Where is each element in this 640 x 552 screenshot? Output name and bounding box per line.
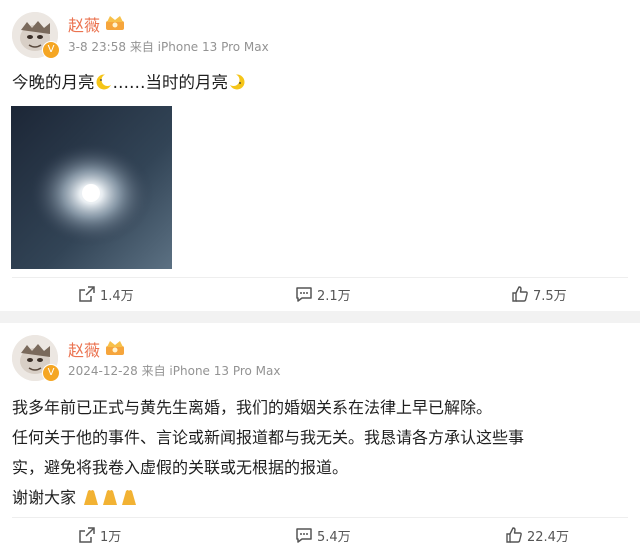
like-count: 22.4万 <box>527 529 569 545</box>
weibo-post-2: V 赵薇 2024-12-28 来自 iPhone 13 Pro Max 我多年… <box>0 323 640 552</box>
post-meta: 2024-12-28 来自 iPhone 13 Pro Max <box>68 362 281 379</box>
post-text-line: 谢谢大家 <box>12 488 77 507</box>
comment-button[interactable]: 5.4万 <box>295 524 351 546</box>
post-text-line: 我多年前已正式与黄先生离婚，我们的婚姻关系在法律上早已解除。 <box>12 398 493 417</box>
moon-icon <box>227 74 245 90</box>
post-separator <box>0 311 640 323</box>
crown-icon <box>106 341 124 355</box>
device-name[interactable]: iPhone 13 Pro Max <box>158 40 269 54</box>
verified-icon: V <box>42 41 60 59</box>
source-prefix: 来自 <box>141 364 166 378</box>
post-text-line: 实，避免将我卷入虚假的关联或无根据的报道。 <box>12 458 349 477</box>
post-time: 2024-12-28 <box>68 364 138 378</box>
post-text-line-last: 谢谢大家 <box>12 483 524 513</box>
post-time: 3-8 23:58 <box>68 40 126 54</box>
repost-count: 1万 <box>100 529 122 545</box>
comment-count: 5.4万 <box>317 529 351 545</box>
divider <box>12 277 628 278</box>
divider <box>12 517 628 518</box>
comment-count: 2.1万 <box>317 288 351 304</box>
weibo-post-1: V 赵薇 3-8 23:58 来自 iPhone 13 Pro Max 今晚的月… <box>0 0 640 311</box>
like-count: 7.5万 <box>533 288 567 304</box>
crown-icon <box>106 16 124 30</box>
moon-photo[interactable] <box>11 106 172 269</box>
repost-count: 1.4万 <box>100 288 134 304</box>
repost-icon <box>79 527 95 543</box>
repost-button[interactable]: 1.4万 <box>78 283 134 305</box>
pray-icon <box>84 490 137 505</box>
post-text-line: 任何关于他的事件、言论或新闻报道都与我无关。我恳请各方承认这些事 <box>12 428 525 447</box>
repost-button[interactable]: 1万 <box>78 524 121 546</box>
post-text: 今晚的月亮 ……当时的月亮 <box>12 68 246 98</box>
username[interactable]: 赵薇 <box>68 12 100 36</box>
comment-button[interactable]: 2.1万 <box>295 283 351 305</box>
comment-icon <box>296 287 312 302</box>
device-name[interactable]: iPhone 13 Pro Max <box>169 364 280 378</box>
post-text-line: ……当时的月亮 <box>112 73 229 92</box>
like-icon <box>512 286 528 302</box>
source-prefix: 来自 <box>129 40 154 54</box>
like-button[interactable]: 7.5万 <box>511 283 567 305</box>
like-button[interactable]: 22.4万 <box>505 524 569 546</box>
comment-icon <box>296 528 312 543</box>
moon-icon <box>96 74 113 90</box>
post-text-line: 今晚的月亮 <box>12 73 95 92</box>
like-icon <box>506 527 522 543</box>
repost-icon <box>79 286 95 302</box>
verified-icon: V <box>42 364 60 382</box>
post-text: 我多年前已正式与黄先生离婚，我们的婚姻关系在法律上早已解除。 任何关于他的事件、… <box>12 393 524 513</box>
username[interactable]: 赵薇 <box>68 337 100 361</box>
post-meta: 3-8 23:58 来自 iPhone 13 Pro Max <box>68 38 269 55</box>
